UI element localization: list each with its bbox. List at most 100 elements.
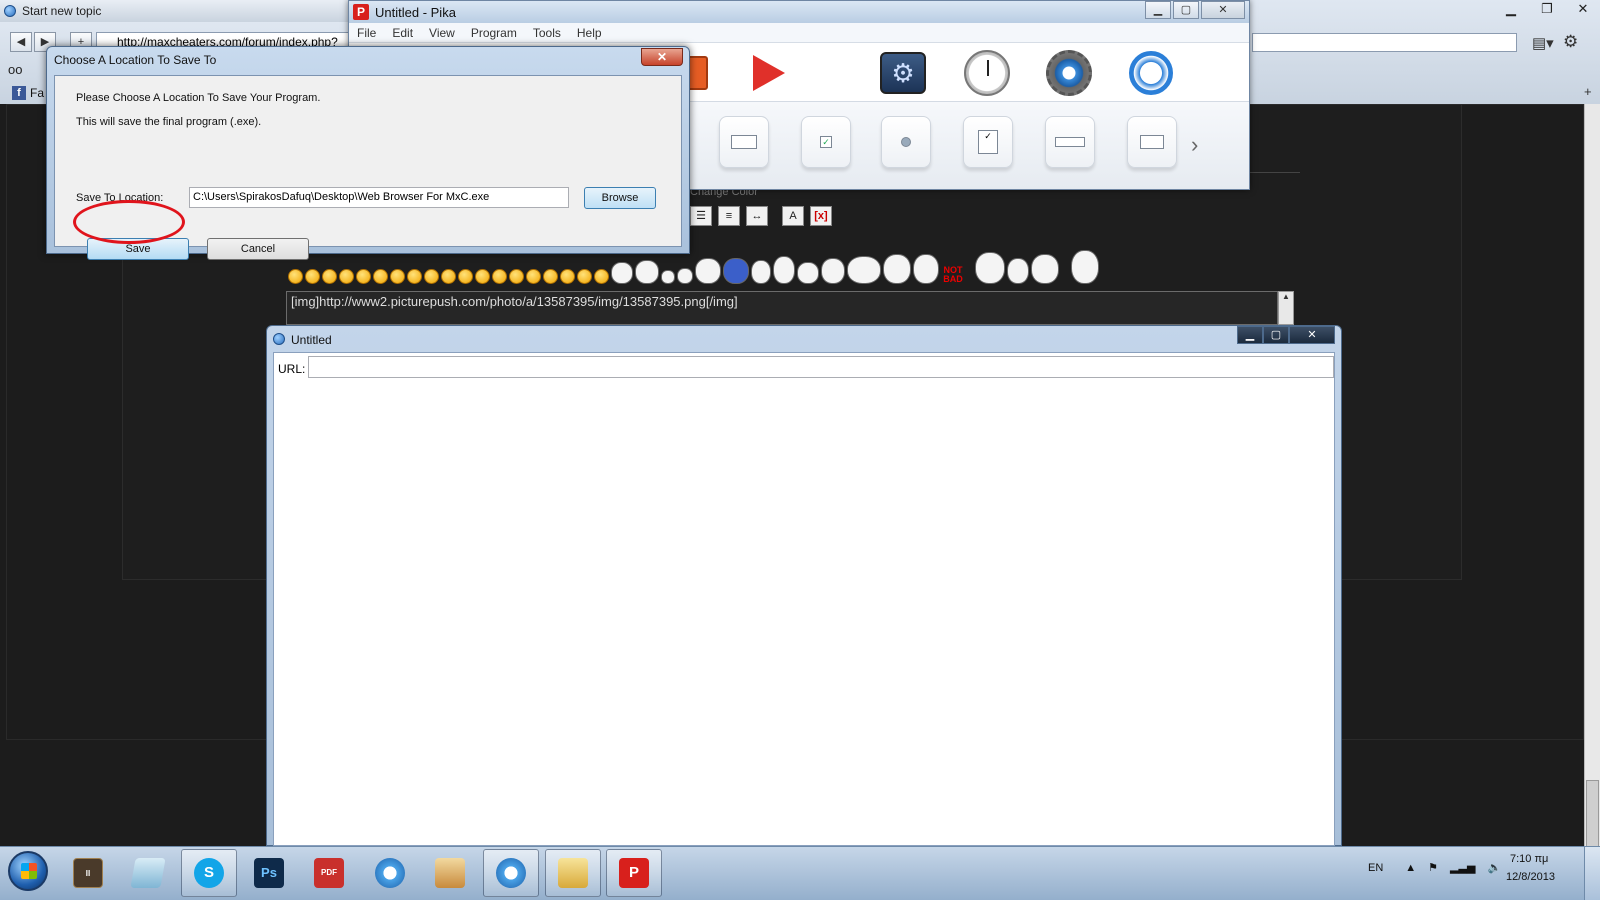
smiley-icon[interactable] [543,269,558,284]
url-input[interactable] [308,356,1334,378]
numeric-component-icon[interactable] [1127,116,1177,168]
smiley-icon[interactable] [305,269,320,284]
facebook-icon[interactable]: f [12,86,26,100]
smiley-icon[interactable] [424,269,439,284]
menu-help[interactable]: Help [577,26,602,40]
smiley-icon[interactable] [526,269,541,284]
rage-face-icon[interactable] [883,254,911,284]
checkbox-component-icon[interactable]: ✓ [801,116,851,168]
run-play-icon[interactable] [745,49,793,97]
minimize-icon[interactable]: ▁ [1237,326,1263,344]
reading-glasses-icon[interactable]: oo [8,62,22,77]
smiley-icon[interactable] [577,269,592,284]
rage-face-icon[interactable] [695,258,721,284]
gear-icon[interactable] [1045,49,1093,97]
clock-time[interactable]: 7:10 πμ [1510,853,1548,865]
save-path-input[interactable]: C:\Users\SpirakosDafuq\Desktop\Web Brows… [189,187,569,208]
taskbar-app-skype[interactable]: S [181,849,237,897]
close-icon[interactable]: ✕ [1572,1,1594,17]
smiley-icon[interactable] [356,269,371,284]
smiley-icon[interactable] [288,269,303,284]
smiley-icon[interactable] [492,269,507,284]
numbered-list-icon[interactable]: ≡ [718,206,740,226]
rage-face-icon[interactable] [723,258,749,284]
search-bar[interactable] [1252,33,1517,52]
system-settings-icon[interactable]: ⚙ [879,49,927,97]
smiley-icon[interactable] [373,269,388,284]
rage-face-icon[interactable] [797,262,819,284]
taskbar-app-photoshop[interactable]: Ps [241,849,297,897]
page-scrollbar[interactable] [1584,104,1600,850]
taskbar-app-lineage[interactable]: II [60,849,116,897]
smiley-icon[interactable] [407,269,422,284]
bookmark-facebook-label[interactable]: Fa [30,86,44,100]
start-button[interactable] [8,851,48,891]
action-center-flag-icon[interactable]: ⚑ [1428,861,1438,874]
smiley-icon[interactable] [339,269,354,284]
rage-face-icon[interactable] [773,256,795,284]
smiley-icon[interactable] [509,269,524,284]
taskbar-app-notepad[interactable] [120,849,176,897]
minimize-icon[interactable]: ▁ [1145,1,1171,19]
minimize-icon[interactable]: ▁ [1500,1,1522,17]
taskbar-app-safari[interactable] [362,849,418,897]
taskbar-app-pdf[interactable]: PDF [301,849,357,897]
add-bookmark-icon[interactable]: + [1584,84,1592,99]
pika-titlebar[interactable]: P Untitled - Pika [349,1,1249,23]
chevron-right-icon[interactable]: › [1191,132,1198,158]
close-icon[interactable]: ✕ [641,48,683,66]
rage-face-icon[interactable] [661,270,675,284]
textbox-component-icon[interactable] [719,116,769,168]
clock-icon[interactable] [963,49,1011,97]
show-hidden-icons-icon[interactable]: ▲ [1405,862,1416,874]
rage-face-icon[interactable] [1007,258,1029,284]
page-menu-icon[interactable]: ▤▾ [1532,34,1554,52]
smiley-icon[interactable] [322,269,337,284]
font-size-icon[interactable]: A [782,206,804,226]
scrollbar-thumb[interactable] [1586,780,1599,850]
cancel-button[interactable]: Cancel [207,238,309,260]
textarea-scrollbar[interactable]: ▲ [1278,291,1294,325]
dropdown-component-icon[interactable] [1045,116,1095,168]
horizontal-rule-icon[interactable]: ↔ [746,206,768,226]
show-desktop-button[interactable] [1584,847,1600,900]
troll-face-icon[interactable] [847,256,881,284]
checklist-component-icon[interactable]: ✓ [963,116,1013,168]
forever-alone-icon[interactable] [1071,250,1099,284]
smiley-icon[interactable] [390,269,405,284]
rage-face-icon[interactable] [913,254,939,284]
not-bad-icon[interactable]: NOT BAD [941,266,965,284]
back-button[interactable]: ◀ [10,32,32,52]
rage-face-icon[interactable] [677,268,693,284]
browser-tab[interactable]: Start new topic [0,0,360,22]
menu-tools[interactable]: Tools [533,26,561,40]
rage-face-icon[interactable] [611,262,633,284]
close-icon[interactable]: ✕ [1289,326,1335,344]
rage-face-icon[interactable] [821,258,845,284]
rage-face-icon[interactable] [635,260,659,284]
menu-file[interactable]: File [357,26,376,40]
lifebuoy-help-icon[interactable] [1127,49,1175,97]
remove-format-icon[interactable]: [x] [810,206,832,226]
volume-icon[interactable]: 🔈 [1487,861,1501,874]
clock-date[interactable]: 12/8/2013 [1506,871,1555,883]
smiley-icon[interactable] [475,269,490,284]
rage-face-icon[interactable] [1031,254,1059,284]
browse-button[interactable]: Browse [584,187,656,209]
menu-edit[interactable]: Edit [392,26,413,40]
taskbar-app-explorer[interactable] [545,849,601,897]
rage-face-icon[interactable] [975,252,1005,284]
taskbar-app-pika[interactable]: P [606,849,662,897]
rage-face-icon[interactable] [751,260,771,284]
taskbar-app-safari-2[interactable] [483,849,539,897]
radio-component-icon[interactable] [881,116,931,168]
gear-icon[interactable]: ⚙ [1563,32,1578,52]
bullet-list-icon[interactable]: ☰ [690,206,712,226]
close-icon[interactable]: ✕ [1201,1,1245,19]
restore-icon[interactable]: ❐ [1536,1,1558,17]
smiley-icon[interactable] [560,269,575,284]
smiley-icon[interactable] [441,269,456,284]
post-textarea[interactable]: [img]http://www2.picturepush.com/photo/a… [286,291,1278,325]
network-signal-icon[interactable]: ▂▃▅ [1450,861,1475,874]
maximize-icon[interactable]: ▢ [1263,326,1289,344]
